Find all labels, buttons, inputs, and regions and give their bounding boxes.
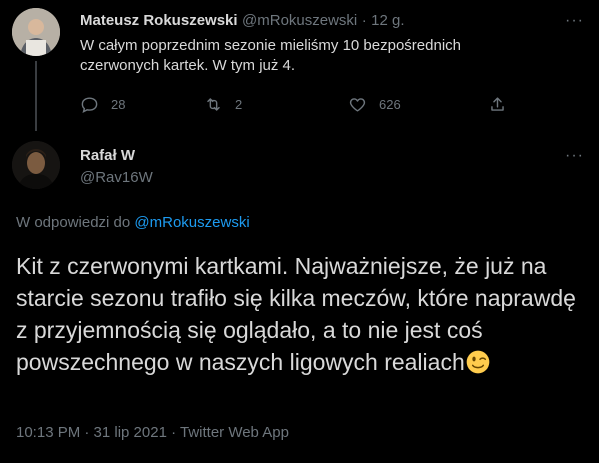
tweet1-text: W całym poprzednim sezonie mieliśmy 10 b… bbox=[80, 36, 580, 76]
reply-to-handle-link[interactable]: @mRokuszewski bbox=[134, 214, 249, 231]
tweet1-text-line1: W całym poprzednim sezonie mieliśmy 10 b… bbox=[80, 37, 461, 54]
heart-icon bbox=[349, 98, 366, 112]
thread-connector-line bbox=[35, 61, 37, 131]
tweet2-more-icon[interactable]: ··· bbox=[565, 147, 584, 165]
share-button[interactable] bbox=[488, 95, 519, 114]
tweet1-separator: · bbox=[361, 12, 367, 29]
share-icon bbox=[491, 97, 504, 111]
tweet2-author-handle[interactable]: @Rav16W bbox=[80, 169, 153, 186]
retweet-button[interactable]: 2 bbox=[204, 95, 242, 114]
retweet-icon bbox=[207, 98, 220, 111]
tweet1-text-line2: czerwonych kartek. W tym już 4. bbox=[80, 57, 296, 74]
tweet2-text-body: Kit z czerwonymi kartkami. Najważniejsze… bbox=[16, 253, 576, 375]
reply-to-prefix: W odpowiedzi do bbox=[16, 214, 135, 231]
tweet2-author-name[interactable]: Rafał W bbox=[80, 147, 135, 164]
like-count: 626 bbox=[379, 97, 401, 112]
tweet1-header: Mateusz Rokuszewski @mRokuszewski · 12 g… bbox=[80, 12, 405, 30]
like-button[interactable]: 626 bbox=[348, 95, 401, 114]
tweet1-author-handle[interactable]: @mRokuszewski bbox=[242, 12, 357, 29]
reply-button[interactable]: 28 bbox=[80, 95, 125, 114]
tweet1-time[interactable]: 12 g. bbox=[371, 12, 404, 29]
retweet-count: 2 bbox=[235, 97, 243, 112]
tweet2-footer[interactable]: 10:13 PM · 31 lip 2021 · Twitter Web App bbox=[16, 424, 289, 441]
tweet1-author-name[interactable]: Mateusz Rokuszewski bbox=[80, 12, 238, 29]
reply-count: 28 bbox=[111, 97, 126, 112]
reply-to-line: W odpowiedzi do @mRokuszewski bbox=[16, 214, 250, 231]
tweet2-text: Kit z czerwonymi kartkami. Najważniejsze… bbox=[16, 250, 576, 378]
tweet1-more-icon[interactable]: ··· bbox=[565, 12, 584, 30]
winking-face-emoji-icon bbox=[466, 350, 490, 374]
reply-icon bbox=[81, 97, 98, 113]
avatar-mateusz[interactable] bbox=[12, 8, 60, 56]
avatar-rafal[interactable] bbox=[12, 141, 60, 189]
